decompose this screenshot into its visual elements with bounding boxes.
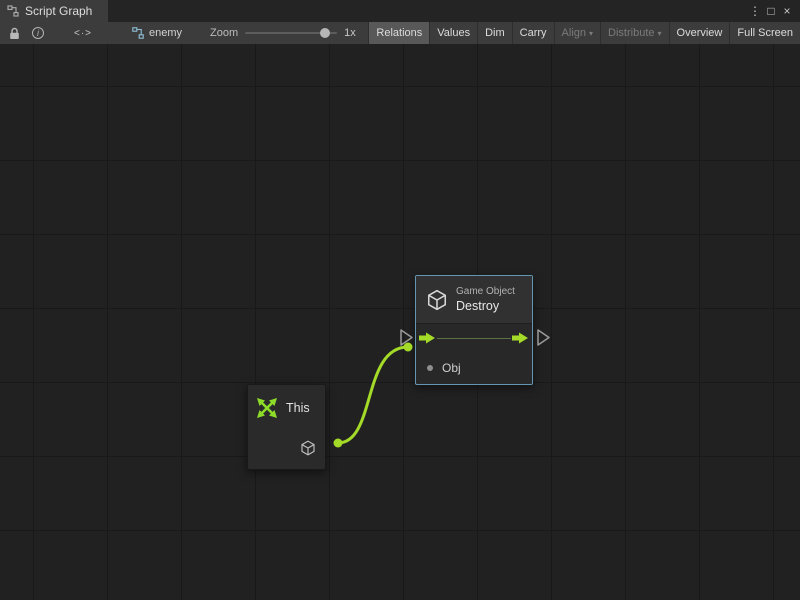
graph-breadcrumb[interactable]: enemy (132, 27, 182, 39)
lock-icon[interactable] (6, 22, 22, 44)
toolbar-button-full-screen[interactable]: Full Screen (729, 22, 800, 44)
toolbar-button-label: Full Screen (737, 27, 793, 39)
info-icon[interactable]: i (30, 22, 46, 44)
window-titlebar: Script Graph ⋮ □ × (0, 0, 800, 22)
connection-wire[interactable] (338, 347, 408, 443)
toolbar-button-relations[interactable]: Relations (368, 22, 429, 44)
zoom-knob[interactable] (320, 28, 330, 38)
toolbar-button-dim[interactable]: Dim (477, 22, 512, 44)
dropdown-caret-icon: ▾ (658, 29, 662, 38)
toolbar-button-values[interactable]: Values (429, 22, 477, 44)
toolbar-button-distribute: Distribute ▾ (600, 22, 668, 44)
dropdown-caret-icon: ▾ (589, 29, 593, 38)
tab-title: Script Graph (25, 4, 92, 18)
connections-overlay (0, 44, 800, 600)
connection-end-dot[interactable] (404, 343, 413, 352)
toolbar-button-label: Overview (677, 27, 723, 39)
value-output-port[interactable] (334, 439, 343, 448)
zoom-label: Zoom (210, 27, 238, 39)
port-label: Obj (442, 361, 461, 375)
toolbar-buttons: RelationsValuesDimCarryAlign▾Distribute▾… (368, 22, 800, 44)
graph-toolbar: i <·> enemy Zoom 1x Relations Values Dim Ca… (0, 22, 800, 44)
toolbar-button-label: Dim (485, 27, 505, 39)
graph-canvas[interactable]: This Game Object Destroy (0, 44, 800, 600)
this-unit-icon (254, 395, 280, 421)
flow-in-arrow-icon[interactable] (419, 332, 436, 344)
zoom-value: 1x (344, 27, 356, 39)
maximize-icon[interactable]: □ (763, 0, 779, 22)
toolbar-button-label: Distribute (608, 27, 654, 39)
node-header: Game Object Destroy (416, 276, 532, 324)
script-graph-tab-icon (7, 5, 19, 17)
value-input-port[interactable] (427, 365, 433, 371)
toolbar-button-label: Carry (520, 27, 547, 39)
toolbar-button-label: Align (562, 27, 586, 39)
close-icon[interactable]: × (779, 0, 795, 22)
graph-asset-icon (132, 27, 144, 39)
window-controls: ⋮ □ × (747, 0, 800, 22)
flow-out-arrow-icon[interactable] (512, 332, 529, 344)
toolbar-button-overview[interactable]: Overview (669, 22, 730, 44)
toolbar-button-carry[interactable]: Carry (512, 22, 554, 44)
tab-script-graph[interactable]: Script Graph (0, 0, 108, 22)
zoom-control: Zoom 1x (210, 27, 356, 39)
node-title: This (286, 401, 310, 415)
code-icon[interactable]: <·> (74, 22, 92, 44)
toolbar-button-label: Values (437, 27, 470, 39)
control-output-port[interactable] (538, 330, 549, 345)
toolbar-button-label: Relations (376, 27, 422, 39)
node-this[interactable]: This (247, 384, 326, 470)
zoom-slider[interactable] (245, 32, 337, 34)
node-destroy[interactable]: Game Object Destroy Obj (415, 275, 533, 385)
toolbar-button-align: Align▾ (554, 22, 600, 44)
graph-name: enemy (149, 27, 182, 39)
value-input-row: Obj (416, 352, 532, 375)
relation-line (437, 338, 511, 339)
game-object-cube-icon (426, 289, 448, 311)
control-input-port[interactable] (401, 330, 412, 345)
kebab-menu-icon[interactable]: ⋮ (747, 0, 763, 22)
game-object-cube-icon (300, 440, 316, 456)
control-flow-row (416, 324, 532, 352)
node-title: Destroy (456, 299, 515, 313)
node-category: Game Object (456, 286, 515, 297)
